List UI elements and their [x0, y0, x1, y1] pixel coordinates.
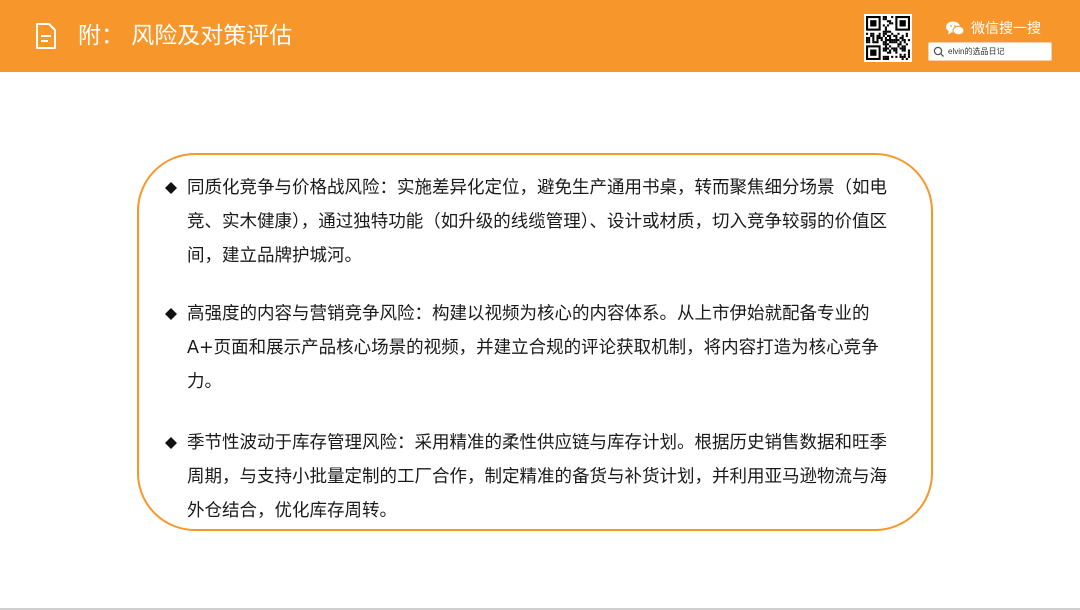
- header-bar: 附： 风险及对策评估 微信搜一搜 elvin的选品日记: [0, 0, 1080, 72]
- wechat-icon: [946, 21, 965, 35]
- diamond-bullet-icon: [165, 308, 177, 320]
- wechat-search-label: 微信搜一搜: [971, 21, 1041, 37]
- search-icon: [933, 46, 944, 57]
- wechat-search-box[interactable]: elvin的选品日记: [928, 42, 1052, 61]
- diamond-bullet-icon: [165, 437, 177, 449]
- risk-item: 高强度的内容与营销竞争风险：构建以视频为核心的内容体系。从上市伊始就配备专业的A…: [163, 297, 903, 399]
- diamond-bullet-icon: [165, 182, 177, 194]
- risk-text: 高强度的内容与营销竞争风险：构建以视频为核心的内容体系。从上市伊始就配备专业的A…: [187, 304, 879, 392]
- wechat-brand: 微信搜一搜: [945, 18, 1041, 38]
- search-query-text: elvin的选品日记: [948, 47, 1005, 56]
- risk-text: 季节性波动于库存管理风险：采用精准的柔性供应链与库存计划。根据历史销售数据和旺季…: [187, 433, 887, 521]
- risk-text: 同质化竞争与价格战风险：实施差异化定位，避免生产通用书桌，转而聚焦细分场景（如电…: [187, 178, 887, 266]
- document-icon: [36, 23, 56, 49]
- page-title: 附： 风险及对策评估: [78, 23, 293, 49]
- risk-card: 同质化竞争与价格战风险：实施差异化定位，避免生产通用书桌，转而聚焦细分场景（如电…: [137, 153, 933, 531]
- risk-item: 季节性波动于库存管理风险：采用精准的柔性供应链与库存计划。根据历史销售数据和旺季…: [163, 426, 903, 528]
- qr-code-icon: [864, 14, 912, 62]
- risk-item: 同质化竞争与价格战风险：实施差异化定位，避免生产通用书桌，转而聚焦细分场景（如电…: [163, 171, 903, 273]
